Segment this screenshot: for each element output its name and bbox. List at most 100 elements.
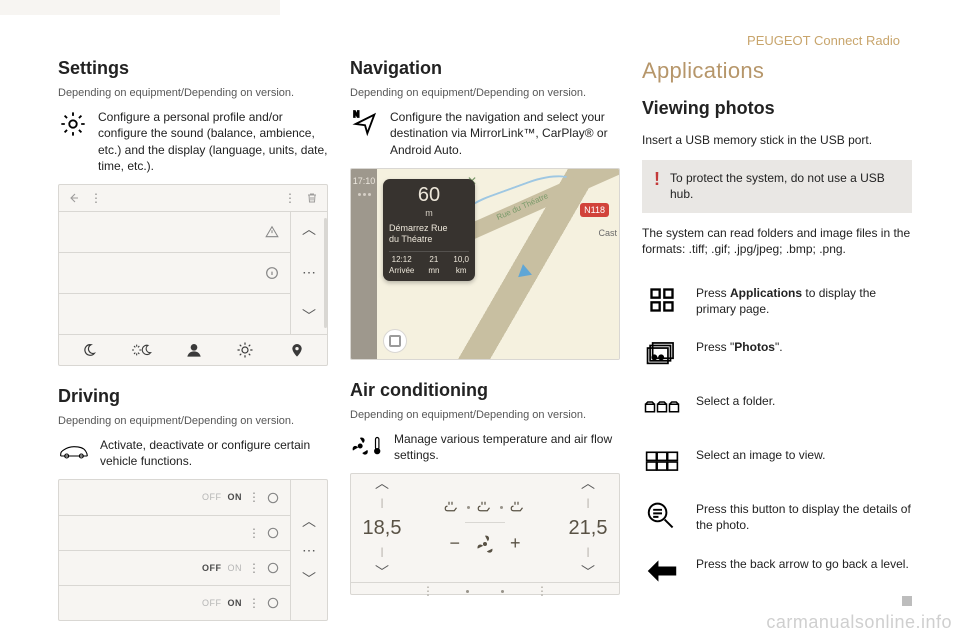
image-grid-icon <box>642 445 682 479</box>
settings-depending: Depending on equipment/Depending on vers… <box>58 86 328 101</box>
toggle-off-on: OFF ON <box>202 562 242 574</box>
chevron-up-icon: ︿ <box>375 474 389 493</box>
chevron-down-icon: ﹀ <box>302 307 316 326</box>
driving-blurb: Activate, deactivate or configure certai… <box>100 437 328 469</box>
back-arrow-large-icon <box>642 554 682 588</box>
column-settings-driving: Settings Depending on equipment/Dependin… <box>58 56 328 621</box>
nav-road-shield: N118 <box>580 203 609 217</box>
svg-text:N: N <box>353 110 359 119</box>
chevron-down-icon: ﹀ <box>302 570 316 589</box>
page-accent-bar <box>0 0 280 15</box>
nav-eta-label: Arrivée <box>389 266 414 277</box>
navigation-blurb: Configure the navigation and select your… <box>390 109 620 158</box>
end-of-section-marker <box>902 596 912 606</box>
more-dots-icon: ⋯ <box>302 263 316 282</box>
chevron-down-icon: ﹀ <box>581 563 595 582</box>
nav-clock: 17:10 <box>353 175 376 187</box>
kebab-icon: ⋮ <box>248 595 260 611</box>
info-circle-icon <box>264 265 280 281</box>
nav-duration-label: mn <box>428 266 439 277</box>
gear-sun-icon <box>236 341 254 359</box>
ac-temp-right: 21,5 <box>569 515 608 542</box>
nav-distance-unit: m <box>389 207 469 219</box>
formats-text: The system can read folders and image fi… <box>642 225 912 257</box>
nav-remaining-value: 10,0 <box>453 255 469 266</box>
ac-panel-screenshot: ︿ | 18,5 | ﹀ <box>350 473 620 595</box>
folder-row-icon <box>642 391 682 425</box>
applications-heading: Applications <box>642 56 912 86</box>
ac-depending: Depending on equipment/Depending on vers… <box>350 408 620 423</box>
settings-blurb: Configure a personal profile and/or conf… <box>98 109 328 174</box>
nav-eta-value: 12:12 <box>392 255 412 266</box>
nav-remaining-label: km <box>456 266 467 277</box>
viewing-photos-heading: Viewing photos <box>642 96 912 120</box>
driving-heading: Driving <box>58 384 328 408</box>
nav-duration-value: 21 <box>429 255 438 266</box>
kebab-icon: ⋮ <box>248 560 260 576</box>
dot-icon <box>466 590 469 593</box>
kebab-icon: ⋮ <box>248 525 260 541</box>
seat-heat-down-icon <box>509 500 527 514</box>
settings-panel-screenshot: ⋮ ⋮ <box>58 184 328 366</box>
column-navigation-ac: Navigation Depending on equipment/Depend… <box>350 56 620 621</box>
fan-icon <box>474 533 496 555</box>
back-arrow-icon <box>67 191 81 205</box>
kebab-icon: ⋮ <box>422 583 434 599</box>
kebab-icon: ⋮ <box>248 489 260 505</box>
step-select-image: Select an image to view. <box>696 445 912 463</box>
magnify-details-icon <box>642 499 682 533</box>
chevron-up-icon: ︿ <box>581 474 595 493</box>
navigation-panel-screenshot: 17:10 Rue du Théatre ✕ N118 Cast 60 m <box>350 168 620 360</box>
nav-instruction-line1: Démarrez Rue <box>389 223 469 234</box>
column-applications: Applications Viewing photos Insert a USB… <box>642 56 912 621</box>
toggle-off-on: OFF ON <box>202 491 242 503</box>
photos-stack-icon <box>642 337 682 371</box>
profile-icon <box>186 342 202 358</box>
driving-depending: Depending on equipment/Depending on vers… <box>58 414 328 429</box>
ac-blurb: Manage various temperature and air flow … <box>394 431 620 463</box>
breadcrumb: PEUGEOT Connect Radio <box>747 32 900 50</box>
nav-instruction-line2: du Théatre <box>389 234 469 245</box>
kebab-icon: ⋮ <box>536 583 548 599</box>
info-circle-icon <box>266 561 280 575</box>
settings-heading: Settings <box>58 56 328 80</box>
ac-temp-left: 18,5 <box>363 515 402 542</box>
nav-stop-button-icon <box>383 329 407 353</box>
step-select-folder: Select a folder. <box>696 391 912 409</box>
nav-side-dots-icon <box>358 193 371 196</box>
info-circle-icon <box>266 596 280 610</box>
step-press-photos: Press "Photos". <box>696 337 912 355</box>
kebab-icon: ⋮ <box>283 191 297 205</box>
fan-plus: + <box>510 531 521 555</box>
compass-arrow-icon: N <box>350 109 380 139</box>
insert-usb-text: Insert a USB memory stick in the USB por… <box>642 132 912 148</box>
warning-box: ! To protect the system, do not use a US… <box>642 160 912 212</box>
watermark: carmanualsonline.info <box>766 610 952 634</box>
warning-exclamation-icon: ! <box>654 170 660 188</box>
dot-icon <box>501 590 504 593</box>
info-circle-icon <box>266 491 280 505</box>
info-circle-icon <box>266 526 280 540</box>
location-pin-icon <box>289 341 305 359</box>
ac-heading: Air conditioning <box>350 378 620 402</box>
chevron-up-icon: ︿ <box>302 220 316 239</box>
nav-heading-cursor-icon <box>516 263 532 277</box>
nav-place-label: Cast <box>598 227 617 239</box>
warning-triangle-icon <box>264 225 280 239</box>
kebab-icon: ⋮ <box>89 191 103 205</box>
gear-icon <box>58 109 88 139</box>
chevron-down-icon: ﹀ <box>375 563 389 582</box>
step-press-applications: Press Applications to display the primar… <box>696 283 912 317</box>
toggle-off-on: OFF ON <box>202 597 242 609</box>
navigation-depending: Depending on equipment/Depending on vers… <box>350 86 620 101</box>
apps-grid-icon <box>642 283 682 317</box>
more-dots-icon: ⋯ <box>302 541 316 560</box>
driving-panel-screenshot: OFF ON ⋮ ⋮ OFF ON ⋮ OFF ON <box>58 479 328 621</box>
fan-minus: − <box>449 531 460 555</box>
chevron-up-icon: ︿ <box>302 512 316 531</box>
warning-text: To protect the system, do not use a USB … <box>670 170 900 202</box>
nav-distance-value: 60 <box>389 185 469 205</box>
auto-night-icon <box>132 342 152 358</box>
night-icon <box>81 342 97 358</box>
trash-icon <box>305 191 319 205</box>
